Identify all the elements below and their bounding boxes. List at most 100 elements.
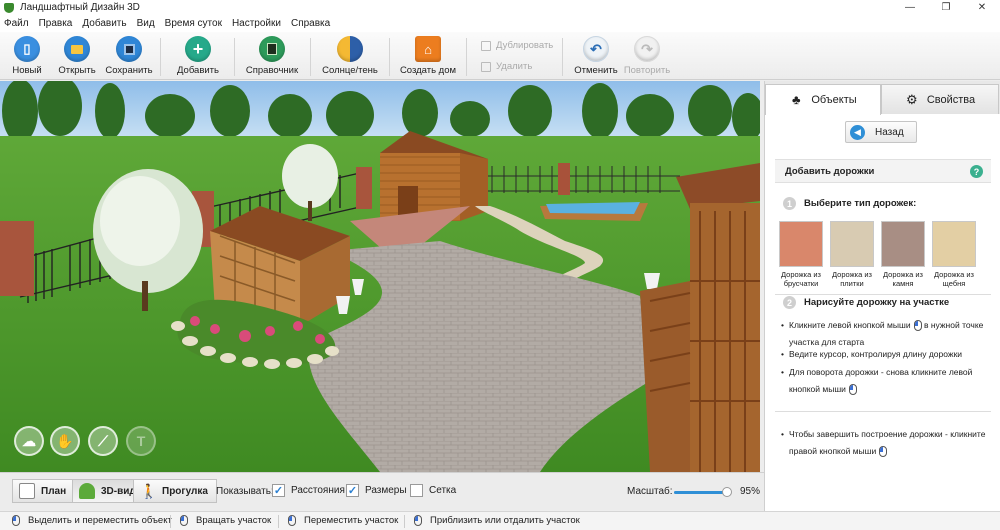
show-label: Показывать: (216, 486, 274, 497)
mouse-middle-icon (288, 515, 296, 526)
path-type-paving[interactable]: Дорожка из брусчатки (779, 221, 823, 288)
text-icon[interactable]: T (126, 426, 156, 456)
sun-shadow-icon (337, 36, 363, 62)
step-2: 2 Нарисуйте дорожку на участке (783, 296, 949, 309)
menu-add[interactable]: Добавить (82, 18, 132, 29)
sun-shadow-label: Солнце/тень (322, 65, 378, 76)
tab-properties[interactable]: ⚙ Свойства (881, 84, 999, 114)
floppy-icon (116, 36, 142, 62)
tile-swatch (830, 221, 874, 267)
path-type-tile[interactable]: Дорожка из плитки (830, 221, 874, 288)
redo-button[interactable]: ↷ Повторить (615, 36, 679, 76)
view-walk-button[interactable]: 🚶 Прогулка (133, 479, 217, 503)
path-type-label: Дорожка из щебня (934, 270, 974, 288)
hand-icon[interactable]: ✋ (50, 426, 80, 456)
create-house-button[interactable]: ⌂ Создать дом (396, 36, 460, 76)
main-toolbar: ▯ Новый Открыть Сохранить + Добавить Спр… (0, 32, 1000, 80)
3d-viewport[interactable]: ☁ ✋ ⟋ T (0, 81, 760, 472)
menu-time-of-day[interactable]: Время суток (165, 18, 228, 29)
folder-icon (64, 36, 90, 62)
garden-scene (0, 81, 760, 472)
maximize-button[interactable]: ❐ (928, 0, 964, 15)
mouse-left-icon (913, 320, 922, 332)
status-move-plot: Переместить участок (288, 515, 398, 526)
minimize-button[interactable]: — (892, 0, 928, 15)
close-button[interactable]: ✕ (964, 0, 1000, 15)
reference-button[interactable]: Справочник (240, 36, 304, 76)
ruler-icon[interactable]: ⟋ (88, 426, 118, 456)
new-label: Новый (12, 65, 42, 76)
instruction-item: Ведите курсор, контролируя длину дорожки (781, 346, 989, 363)
undo-icon: ↶ (583, 36, 609, 62)
status-rotate: Вращать участок (180, 515, 271, 526)
window-controls: — ❐ ✕ (892, 0, 1000, 15)
pool (540, 202, 648, 221)
help-icon[interactable]: ? (970, 165, 983, 178)
scale-slider[interactable] (674, 487, 733, 497)
view-plan-button[interactable]: План (12, 479, 76, 503)
sizes-checkbox[interactable]: ✓ Размеры (346, 484, 407, 497)
objects-icon[interactable]: ☁ (14, 426, 44, 456)
tree-icon: ♣ (792, 92, 801, 107)
gear-icon: ⚙ (906, 91, 918, 107)
grid-checkbox[interactable]: Сетка (410, 484, 456, 497)
title-bar: Ландшафтный Дизайн 3D — ❐ ✕ (0, 0, 1000, 15)
right-panel: ♣ Объекты ⚙ Свойства ◀ Назад Добавить до… (764, 81, 1000, 511)
step-1-label: Выберите тип дорожек: (804, 198, 917, 209)
add-button[interactable]: + Добавить (166, 36, 230, 76)
divider (775, 411, 991, 412)
checkbox-checked[interactable]: ✓ (346, 484, 359, 497)
step-1: 1 Выберите тип дорожек: (783, 197, 916, 210)
instruction-text: Ведите курсор, контролируя длину дорожки (789, 349, 963, 359)
instruction-item: Для поворота дорожки - снова кликните ле… (781, 364, 989, 398)
tab-objects[interactable]: ♣ Объекты (765, 84, 881, 115)
path-type-label: Дорожка из брусчатки (781, 270, 821, 288)
checkbox-checked[interactable]: ✓ (272, 484, 285, 497)
toolbar-separator (562, 38, 563, 76)
trash-icon (481, 61, 491, 72)
duplicate-icon (481, 40, 491, 51)
toolbar-separator (466, 38, 467, 76)
step-number: 1 (783, 197, 796, 210)
reference-label: Справочник (245, 65, 299, 76)
checkbox-unchecked[interactable] (410, 484, 423, 497)
menu-help[interactable]: Справка (291, 18, 336, 29)
path-type-gravel[interactable]: Дорожка из щебня (932, 221, 976, 288)
mouse-wheel-icon (414, 515, 422, 526)
status-separator (278, 515, 279, 528)
scale-slider-thumb[interactable] (722, 487, 733, 497)
instruction-text: Для поворота дорожки - снова кликните ле… (789, 367, 973, 394)
house-icon: ⌂ (415, 36, 441, 62)
menu-view[interactable]: Вид (137, 18, 161, 29)
status-text: Приблизить или отдалить участок (430, 515, 580, 526)
new-file-icon: ▯ (14, 36, 40, 62)
arrow-left-icon: ◀ (850, 124, 865, 140)
toolbar-separator (234, 38, 235, 76)
distances-checkbox[interactable]: ✓ Расстояния (272, 484, 345, 497)
panel-tabs: ♣ Объекты ⚙ Свойства (765, 81, 1000, 115)
instruction-text: Чтобы завершить построение дорожки - кли… (789, 429, 986, 456)
delete-label: Удалить (496, 61, 533, 72)
section-title: Добавить дорожки ? (775, 159, 991, 183)
menu-edit[interactable]: Правка (39, 18, 79, 29)
save-button[interactable]: Сохранить (97, 36, 161, 76)
menu-settings[interactable]: Настройки (232, 18, 287, 29)
gravel-swatch (932, 221, 976, 267)
undo-label: Отменить (574, 65, 618, 76)
tab-properties-label: Свойства (926, 93, 976, 106)
menu-file[interactable]: Файл (4, 18, 35, 29)
app-logo-icon (4, 2, 14, 13)
delete-button[interactable]: Удалить (481, 61, 532, 72)
sun-shadow-button[interactable]: Солнце/тень (318, 36, 382, 76)
stone-swatch (881, 221, 925, 267)
duplicate-button[interactable]: Дублировать (481, 40, 553, 51)
mouse-right-icon (180, 515, 188, 526)
menu-bar: Файл Правка Добавить Вид Время суток Нас… (0, 15, 1000, 32)
back-button[interactable]: ◀ Назад (845, 121, 917, 143)
path-type-stone[interactable]: Дорожка из камня (881, 221, 925, 288)
tab-objects-label: Объекты (811, 94, 857, 106)
plus-icon: + (185, 36, 211, 62)
book-icon (259, 36, 285, 62)
status-separator (170, 515, 171, 528)
instruction-item: Чтобы завершить построение дорожки - кли… (781, 426, 989, 460)
